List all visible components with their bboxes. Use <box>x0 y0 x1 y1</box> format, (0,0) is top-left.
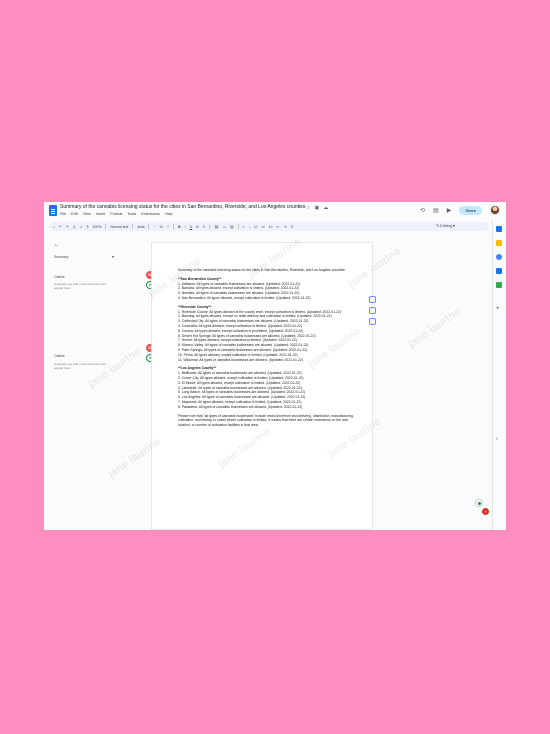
chevron-right-icon[interactable]: › <box>496 436 502 442</box>
menu-view[interactable]: View <box>83 212 91 216</box>
divider <box>148 224 150 229</box>
align-icon[interactable]: ≡ <box>243 225 245 229</box>
side-panel: + › <box>492 220 506 530</box>
outline-label-2: Outline <box>54 354 65 358</box>
suggest-edit-icon[interactable] <box>369 318 376 325</box>
bullet-list-icon[interactable]: •≡ <box>261 225 264 229</box>
outline-hint-2: Headings you add to the document will ap… <box>54 362 106 370</box>
document-title[interactable]: Summary of the cannabis licensing status… <box>60 204 305 210</box>
add-addon-icon[interactable]: + <box>496 306 502 312</box>
document-body[interactable]: Summary of the cannabis licensing status… <box>178 268 356 428</box>
divider <box>209 224 211 229</box>
history-icon[interactable]: ⟲ <box>420 207 425 214</box>
menu-bar: File Edit View Insert Format Tools Exten… <box>60 212 173 216</box>
share-button[interactable]: Share <box>459 205 482 215</box>
move-folder-icon[interactable]: ▣ <box>314 205 319 211</box>
intro-paragraph: Summary of the cannabis licensing status… <box>178 268 346 272</box>
image-icon[interactable]: ▨ <box>230 225 233 229</box>
paint-format-icon[interactable]: ¶ <box>87 225 89 229</box>
editing-mode-label: Editing <box>440 224 452 228</box>
print-icon[interactable]: ⎙ <box>73 225 76 229</box>
outline-label: Outline <box>54 275 65 279</box>
line-spacing-icon[interactable]: ↕ <box>249 225 251 229</box>
editing-mode-select[interactable]: ✎ Editing ▾ <box>436 223 455 228</box>
italic-icon[interactable]: I <box>185 225 186 229</box>
chevron-down-icon[interactable]: ▾ <box>112 254 114 259</box>
menu-edit[interactable]: Edit <box>71 212 78 216</box>
text-color-icon[interactable]: A <box>196 225 198 229</box>
comments-icon[interactable]: ▤ <box>433 207 439 214</box>
undo-icon[interactable]: ↶ <box>59 225 62 229</box>
title-actions: ☆ ▣ ☁ <box>306 205 328 211</box>
menu-help[interactable]: Help <box>165 212 173 216</box>
help-icon[interactable]: ? <box>482 508 489 515</box>
decrease-size-icon[interactable]: − <box>153 225 155 229</box>
style-select[interactable]: Normal text <box>110 225 128 229</box>
search-menus-icon[interactable]: ⌕ <box>53 225 55 229</box>
title-bar: Summary of the cannabis licensing status… <box>44 202 506 220</box>
checklist-icon[interactable]: ☑ <box>254 225 257 229</box>
tasks-icon[interactable] <box>496 254 502 260</box>
maps-icon[interactable] <box>496 282 502 288</box>
numbered-list-icon[interactable]: 1≡ <box>269 225 273 229</box>
menu-insert[interactable]: Insert <box>96 212 106 216</box>
star-icon[interactable]: ☆ <box>306 205 310 211</box>
divider <box>173 224 175 229</box>
footer-note: Please note that "all types of cannabis … <box>178 413 354 428</box>
keep-icon[interactable] <box>496 240 502 246</box>
indent-decrease-icon[interactable]: ⇤ <box>277 225 280 229</box>
menu-tools[interactable]: Tools <box>127 212 136 216</box>
divider <box>237 224 239 229</box>
spellcheck-icon[interactable]: ✓ <box>80 225 83 229</box>
formatting-toolbar: ⌕ ↶ ↷ ⎙ ✓ ¶ 100% Normal text Arial − 11 … <box>49 222 489 231</box>
top-right-actions: ⟲ ▤ ▶ Share <box>420 205 500 215</box>
docs-window: Summary of the cannabis licensing status… <box>44 202 506 530</box>
contacts-icon[interactable] <box>496 268 502 274</box>
meet-icon[interactable]: ▶ <box>447 207 452 214</box>
font-size-input[interactable]: 11 <box>159 225 163 229</box>
add-comment-icon[interactable] <box>369 296 376 303</box>
comment-icon[interactable]: ▭ <box>223 225 226 229</box>
cloud-status-icon[interactable]: ☁ <box>323 205 328 211</box>
underline-icon[interactable]: U <box>190 225 193 229</box>
clear-format-icon[interactable]: T̸ <box>291 225 293 229</box>
increase-size-icon[interactable]: + <box>167 225 169 229</box>
menu-file[interactable]: File <box>60 212 66 216</box>
link-icon[interactable]: ⛓ <box>214 225 218 229</box>
font-select[interactable]: Arial <box>137 225 144 229</box>
redo-icon[interactable]: ↷ <box>66 225 69 229</box>
calendar-icon[interactable] <box>496 226 502 232</box>
divider <box>132 224 134 229</box>
document-page[interactable]: Summary of the cannabis licensing status… <box>151 242 373 530</box>
add-emoji-icon[interactable] <box>369 307 376 314</box>
indent-increase-icon[interactable]: ⇥ <box>284 225 287 229</box>
avatar[interactable] <box>490 205 500 215</box>
menu-extensions[interactable]: Extensions <box>141 212 160 216</box>
summary-label: Summary <box>54 255 69 259</box>
zoom-select[interactable]: 100% <box>92 225 101 229</box>
bold-icon[interactable]: B <box>178 225 181 229</box>
explore-icon[interactable] <box>475 499 483 507</box>
watermark: jane laurine <box>406 305 464 351</box>
docs-logo-icon[interactable] <box>49 205 57 216</box>
divider <box>105 224 107 229</box>
back-arrow-icon[interactable]: ← <box>54 242 60 248</box>
outline-hint: Headings you add to the document will ap… <box>54 282 106 290</box>
highlight-icon[interactable]: ✎ <box>202 225 205 229</box>
menu-format[interactable]: Format <box>110 212 122 216</box>
